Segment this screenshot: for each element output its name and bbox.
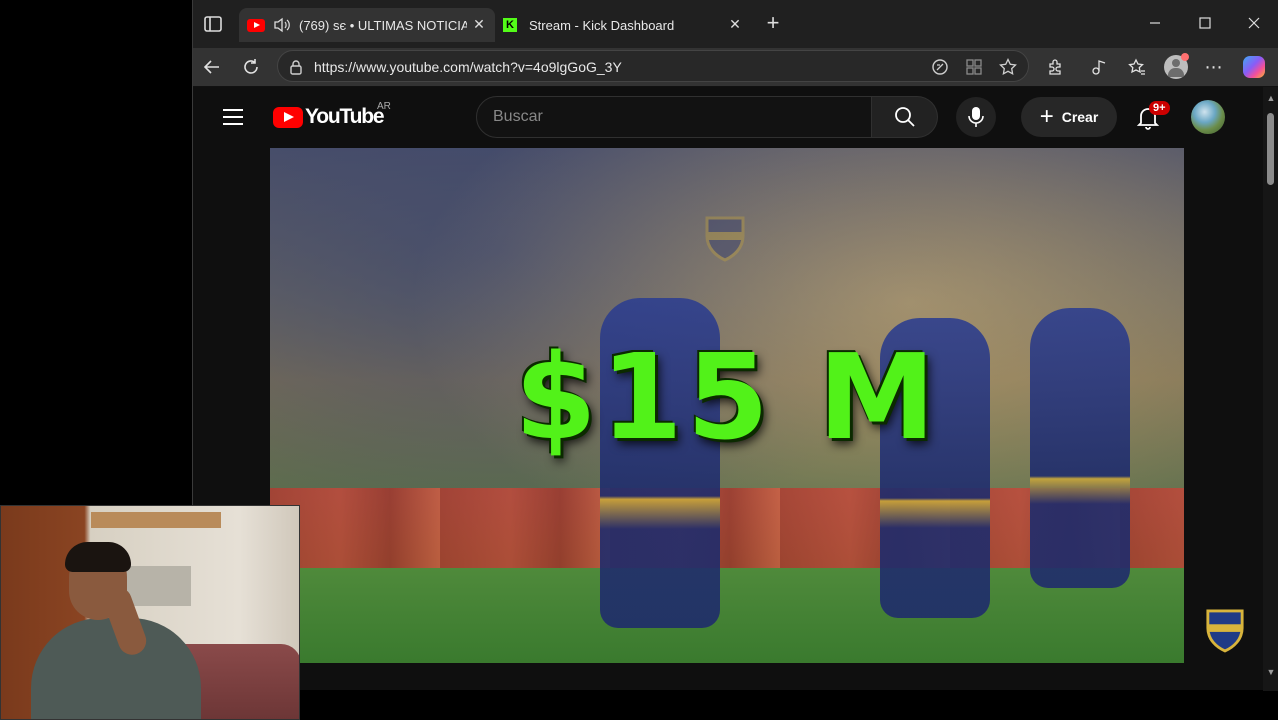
youtube-page: YouTube AR Buscar + Crear 9+ $15 M ▲ ▼ [193,86,1278,691]
new-tab-button[interactable]: + [759,10,787,36]
media-control-icon[interactable] [1086,54,1112,80]
profile-icon[interactable] [1163,53,1189,80]
scroll-down-icon[interactable]: ▼ [1266,667,1276,677]
microphone-icon [968,107,984,127]
tab-actions-icon[interactable] [201,12,225,36]
create-button[interactable]: + Crear [1021,97,1117,137]
channel-watermark-shield-icon[interactable] [1205,607,1247,655]
video-player[interactable]: $15 M [270,148,1184,663]
url-text: https://www.youtube.com/watch?v=4o9lgGoG… [314,59,622,75]
tab-bar: (769) ѕє • ULTIMAS NOTICIAS ✕ K Stream -… [193,0,1278,48]
scroll-up-icon[interactable]: ▲ [1266,93,1276,103]
address-bar[interactable]: https://www.youtube.com/watch?v=4o9lgGoG… [277,50,1029,82]
youtube-logo-text: YouTube [305,105,385,128]
person-hair [65,542,131,572]
wall-shelf [91,512,221,528]
lock-icon[interactable] [286,57,306,77]
refresh-icon[interactable] [238,54,264,80]
minimize-icon[interactable] [1141,10,1169,36]
tab-kick[interactable]: K Stream - Kick Dashboard ✕ [495,8,751,42]
scrollbar-thumb[interactable] [1267,113,1274,185]
app-grid-icon[interactable] [964,57,984,77]
speaker-icon[interactable] [273,17,291,33]
search-input[interactable]: Buscar [476,96,872,138]
screencast-icon[interactable] [930,57,950,77]
search-button[interactable] [872,96,938,138]
tab-youtube-label: (769) ѕє • ULTIMAS NOTICIAS [299,17,467,33]
plus-icon: + [1039,103,1054,130]
youtube-favicon-icon [247,18,265,32]
youtube-logo[interactable]: YouTube AR [273,101,391,129]
copilot-icon[interactable] [1241,54,1267,80]
close-tab-icon[interactable]: ✕ [471,16,487,32]
extensions-icon[interactable] [1042,54,1068,80]
tab-kick-label: Stream - Kick Dashboard [529,17,675,33]
maximize-icon[interactable] [1191,10,1219,36]
favorite-star-icon[interactable] [998,57,1018,77]
back-icon[interactable] [199,54,225,80]
voice-search-button[interactable] [956,97,996,137]
screen: (769) ѕє • ULTIMAS NOTICIAS ✕ K Stream -… [0,0,1278,720]
browser-toolbar: https://www.youtube.com/watch?v=4o9lgGoG… [193,48,1278,86]
search-icon [894,107,915,127]
youtube-header: YouTube AR Buscar + Crear 9+ [193,87,1263,147]
kick-favicon-icon: K [503,18,517,32]
menu-icon[interactable] [221,106,245,128]
vertical-scrollbar[interactable]: ▲ ▼ [1263,87,1278,691]
youtube-logo-icon [273,106,303,128]
create-label: Crear [1061,109,1099,125]
region-code: AR [377,101,391,112]
notifications-badge: 9+ [1149,101,1170,115]
video-overlay-text: $15 M [514,328,940,466]
watermark-shield-icon [704,214,746,262]
close-window-icon[interactable] [1240,10,1268,36]
more-menu-icon[interactable]: ⋯ [1201,54,1227,80]
browser-window: (769) ѕє • ULTIMAS NOTICIAS ✕ K Stream -… [192,0,1278,691]
account-avatar[interactable] [1191,100,1225,134]
close-tab-icon[interactable]: ✕ [727,16,743,32]
favorites-icon[interactable] [1124,54,1150,80]
webcam-overlay [0,505,300,720]
tab-youtube[interactable]: (769) ѕє • ULTIMAS NOTICIAS ✕ [239,8,495,42]
search-placeholder: Buscar [493,108,543,125]
